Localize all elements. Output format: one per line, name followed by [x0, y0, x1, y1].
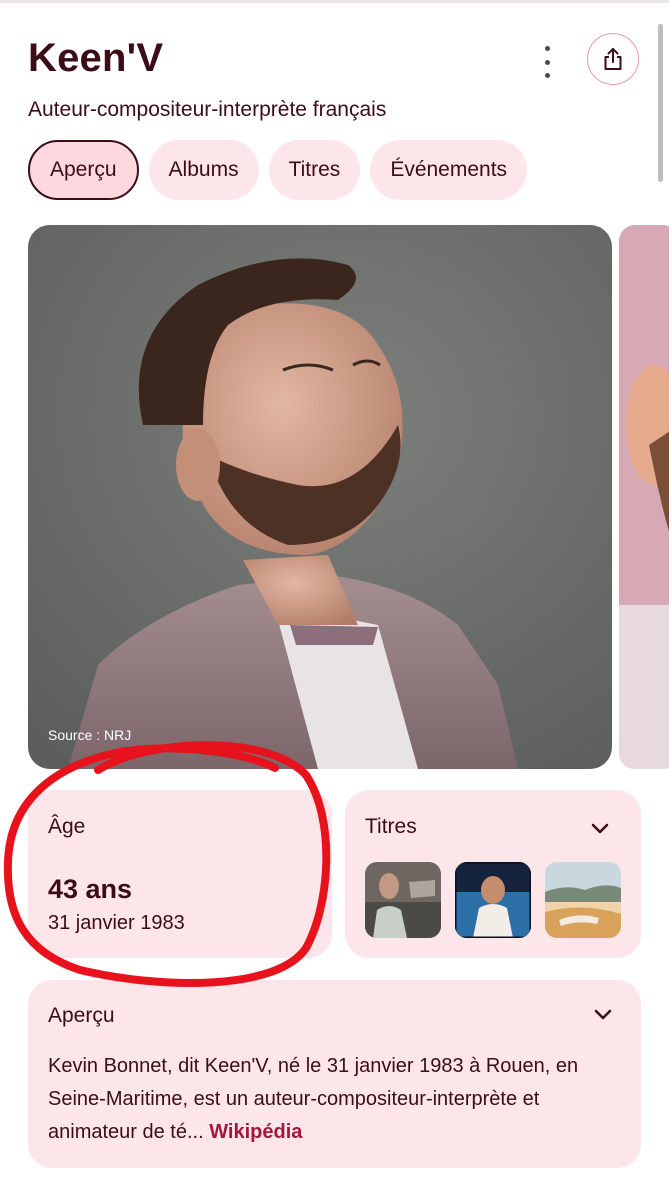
apercu-text: Kevin Bonnet, dit Keen'V, né le 31 janvi…	[48, 1055, 579, 1143]
apercu-label: Aperçu	[48, 1004, 115, 1027]
chevron-down-icon[interactable]	[590, 822, 610, 836]
more-vert-icon	[544, 46, 550, 51]
scrollbar[interactable]	[658, 24, 663, 182]
apercu-description: Kevin Bonnet, dit Keen'V, né le 31 janvi…	[48, 1050, 623, 1149]
share-button[interactable]	[587, 33, 639, 85]
titres-label: Titres	[365, 815, 417, 838]
apercu-card[interactable]: Aperçu Kevin Bonnet, dit Keen'V, né le 3…	[28, 980, 641, 1168]
age-value: 43 ans	[48, 874, 133, 904]
wikipedia-link[interactable]: Wikipédia	[209, 1121, 302, 1143]
hero-image-next[interactable]	[619, 225, 669, 769]
image-source: Source : NRJ	[48, 727, 131, 743]
track-thumbnail[interactable]	[455, 862, 531, 938]
portrait-photo: Source : NRJ	[28, 225, 612, 769]
track-thumbnail[interactable]	[545, 862, 621, 938]
chevron-down-icon[interactable]	[593, 1008, 613, 1022]
more-options-button[interactable]	[534, 46, 560, 78]
track-thumbnail[interactable]	[365, 862, 441, 938]
hero-image[interactable]: Source : NRJ	[28, 225, 612, 769]
tab-apercu[interactable]: Aperçu	[28, 140, 139, 200]
titres-card[interactable]: Titres	[345, 790, 641, 958]
age-card[interactable]: Âge 43 ans 31 janvier 1983	[28, 790, 332, 958]
top-divider	[0, 0, 669, 3]
entity-title: Keen'V	[28, 36, 164, 80]
entity-subtitle: Auteur-compositeur-interprète français	[28, 98, 387, 121]
birth-date: 31 janvier 1983	[48, 912, 185, 934]
tab-titres[interactable]: Titres	[268, 140, 361, 200]
tab-bar: Aperçu Albums Titres Événements	[28, 140, 528, 200]
share-icon	[604, 48, 622, 70]
tab-evenements[interactable]: Événements	[370, 140, 528, 200]
tab-albums[interactable]: Albums	[148, 140, 259, 200]
portrait-photo-2	[619, 225, 669, 769]
age-label: Âge	[48, 815, 86, 838]
